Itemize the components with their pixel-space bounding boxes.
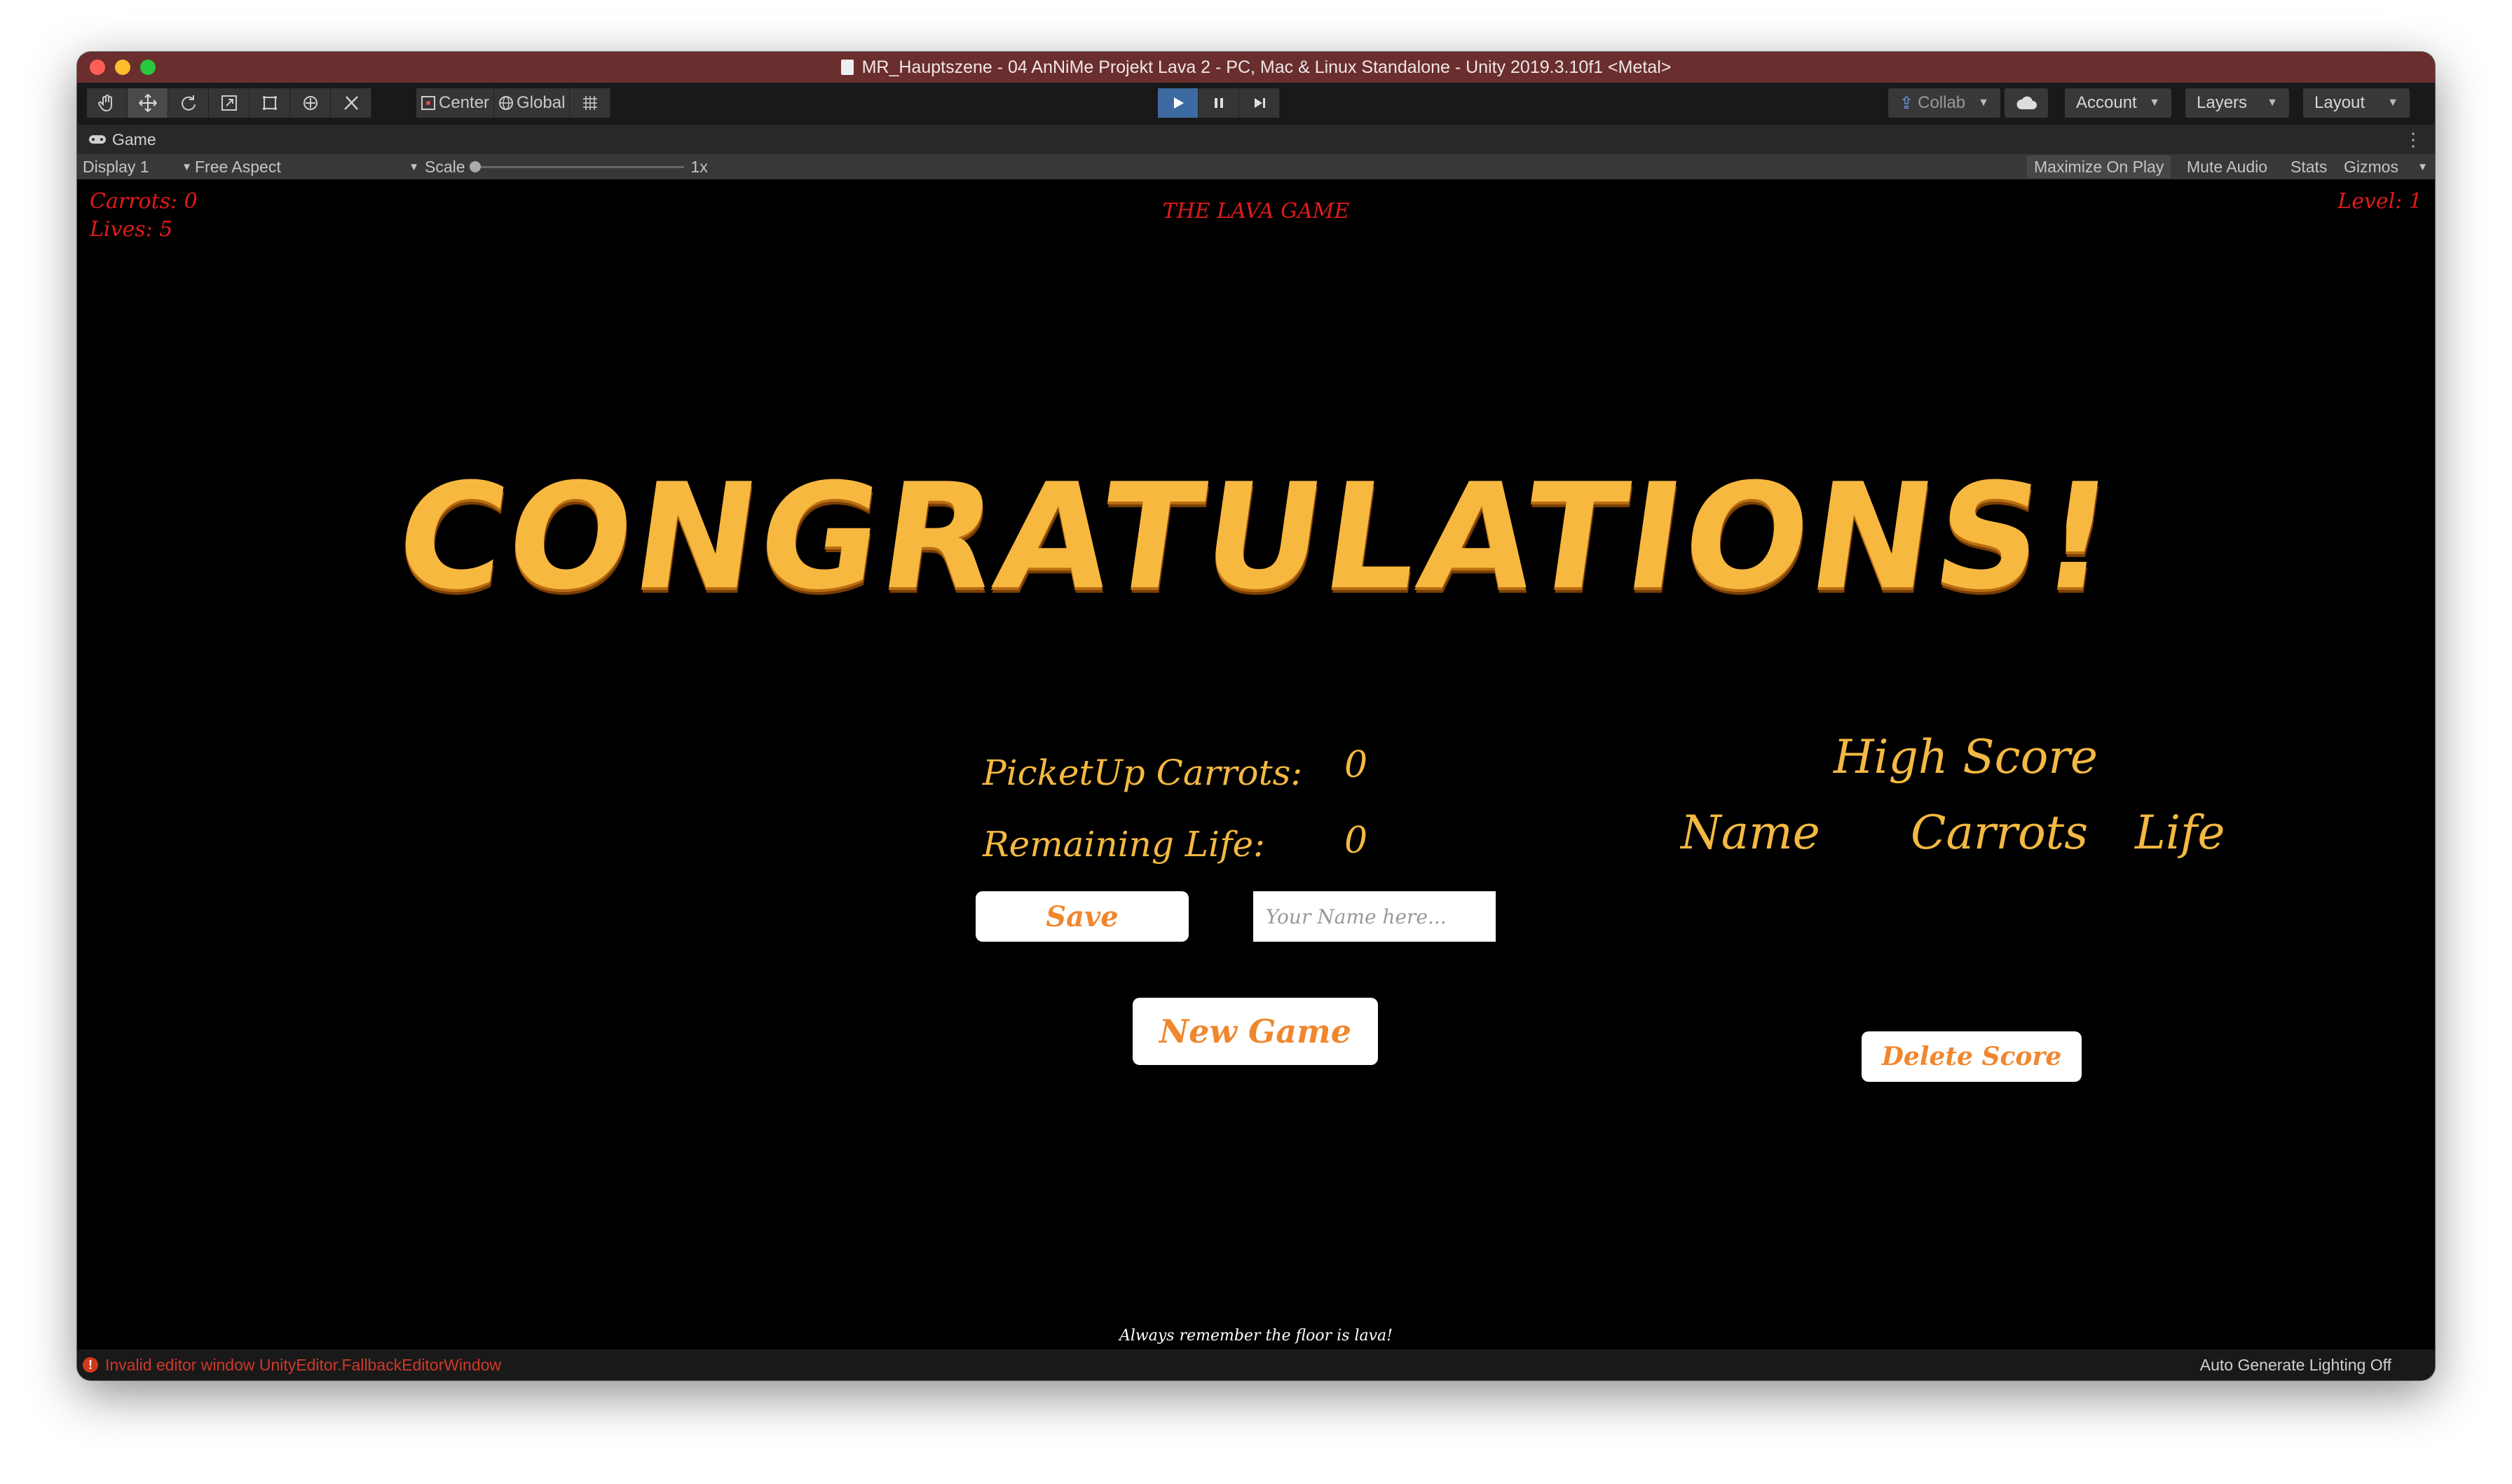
game-title: THE LAVA GAME [1162, 199, 1350, 224]
scale-tool-icon[interactable] [209, 88, 250, 118]
display-dropdown[interactable]: Display 1 ▼ [83, 154, 192, 179]
chevron-down-icon: ▼ [2267, 97, 2278, 109]
cloud-icon [2016, 96, 2037, 109]
display-label: Display 1 [83, 157, 149, 176]
scale-value: 1x [690, 157, 708, 176]
pause-icon[interactable] [1199, 88, 1239, 118]
zoom-window-button[interactable] [140, 60, 156, 75]
lighting-status: Auto Generate Lighting Off [2199, 1355, 2391, 1374]
high-score-title: High Score [1834, 730, 2098, 784]
chevron-down-icon: ▼ [409, 160, 419, 173]
pivot-global-label: Global [517, 93, 566, 112]
transform-tool-icon[interactable] [290, 88, 331, 118]
picked-carrots-label: PicketUp Carrots: [983, 753, 1303, 793]
scale-label: Scale [425, 157, 465, 176]
account-dropdown[interactable]: Account ▼ [2065, 88, 2171, 118]
unity-editor-window: MR_Hauptszene - 04 AnNiMe Projekt Lava 2… [77, 52, 2435, 1380]
gizmos-label: Gizmos [2344, 157, 2398, 176]
remaining-life-value: 0 [1344, 820, 1368, 862]
grid-snap-icon[interactable] [570, 88, 611, 118]
pivot-controls: Center Global [416, 88, 611, 118]
chevron-down-icon: ▼ [1978, 97, 1989, 109]
delete-score-button-label: Delete Score [1881, 1042, 2062, 1071]
document-icon [840, 60, 854, 75]
gizmos-dropdown[interactable]: Gizmos ▼ [2344, 154, 2428, 179]
pivot-center-label: Center [439, 93, 490, 112]
scale-slider-knob[interactable] [469, 160, 481, 172]
mute-audio-toggle[interactable]: Mute Audio [2187, 154, 2267, 179]
play-controls [1158, 88, 1280, 118]
rotate-tool-icon[interactable] [168, 88, 209, 118]
scale-slider[interactable] [469, 160, 684, 172]
view-tab-bar: Game ⋮ [77, 125, 2435, 154]
pivot-global-button[interactable]: Global [494, 88, 571, 118]
pivot-center-button[interactable]: Center [416, 88, 495, 118]
layout-dropdown[interactable]: Layout ▼ [2303, 88, 2410, 118]
error-icon: ! [83, 1357, 98, 1373]
high-score-col-life: Life [2135, 806, 2225, 860]
title-bar: MR_Hauptszene - 04 AnNiMe Projekt Lava 2… [77, 52, 2435, 83]
play-icon[interactable] [1158, 88, 1199, 118]
minimize-window-button[interactable] [115, 60, 130, 75]
layers-label: Layers [2197, 93, 2248, 112]
transform-tools [87, 88, 371, 118]
layers-dropdown[interactable]: Layers ▼ [2185, 88, 2289, 118]
gamepad-icon [89, 135, 106, 144]
custom-tool-icon[interactable] [331, 88, 371, 118]
chevron-down-icon: ▼ [182, 160, 192, 173]
maximize-on-play-toggle[interactable]: Maximize On Play [2027, 156, 2171, 178]
rect-tool-icon[interactable] [250, 88, 290, 118]
aspect-label: Free Aspect [195, 157, 281, 176]
picked-carrots-value: 0 [1344, 744, 1368, 786]
move-tool-icon[interactable] [128, 88, 168, 118]
scale-control: Scale 1x [425, 154, 708, 179]
chevron-down-icon: ▼ [2387, 97, 2398, 109]
player-name-input[interactable] [1253, 891, 1496, 942]
level-hud: Level: 1 [2337, 189, 2422, 214]
high-score-col-carrots: Carrots [1911, 806, 2089, 860]
game-view-control-bar: Display 1 ▼ Free Aspect ▼ Scale 1x Maxim… [77, 154, 2435, 179]
congratulations-headline: CONGRATULATIONS! [386, 453, 2126, 622]
collab-dropdown[interactable]: ⇪ Collab ▼ [1888, 88, 2000, 118]
game-view: Carrots: 0 Lives: 5 THE LAVA GAME Level:… [77, 179, 2435, 1349]
delete-score-button[interactable]: Delete Score [1862, 1031, 2082, 1082]
cloud-button[interactable] [2005, 88, 2048, 118]
stats-label: Stats [2291, 157, 2328, 176]
maximize-on-play-label: Maximize On Play [2034, 157, 2164, 176]
high-score-col-name: Name [1681, 806, 1820, 860]
new-game-button[interactable]: New Game [1133, 998, 1378, 1065]
save-button[interactable]: Save [976, 891, 1189, 942]
save-button-label: Save [1046, 900, 1119, 933]
window-controls [90, 60, 156, 75]
chevron-down-icon: ▼ [2417, 160, 2428, 173]
close-window-button[interactable] [90, 60, 105, 75]
collab-icon: ⇪ [1899, 93, 1914, 113]
window-title: MR_Hauptszene - 04 AnNiMe Projekt Lava 2… [861, 57, 1672, 77]
more-options-icon[interactable]: ⋮ [2404, 129, 2422, 151]
main-toolbar: Center Global ⇪ Collab ▼ Account ▼ Layer… [77, 83, 2435, 125]
mute-audio-label: Mute Audio [2187, 157, 2268, 176]
console-error-message[interactable]: Invalid editor window UnityEditor.Fallba… [105, 1356, 501, 1375]
hand-tool-icon[interactable] [87, 88, 128, 118]
remaining-life-label: Remaining Life: [983, 824, 1265, 865]
step-icon[interactable] [1239, 88, 1280, 118]
tab-game[interactable]: Game [88, 130, 156, 149]
layout-label: Layout [2314, 93, 2366, 112]
tab-game-label: Game [112, 130, 156, 149]
new-game-button-label: New Game [1159, 1012, 1351, 1050]
footer-message: Always remember the floor is lava! [1119, 1327, 1393, 1345]
collab-label: Collab [1918, 93, 1966, 112]
account-label: Account [2076, 93, 2137, 112]
chevron-down-icon: ▼ [2149, 97, 2160, 109]
aspect-dropdown[interactable]: Free Aspect ▼ [195, 154, 419, 179]
status-bar: ! Invalid editor window UnityEditor.Fall… [77, 1349, 2435, 1380]
stats-toggle[interactable]: Stats [2291, 154, 2327, 179]
